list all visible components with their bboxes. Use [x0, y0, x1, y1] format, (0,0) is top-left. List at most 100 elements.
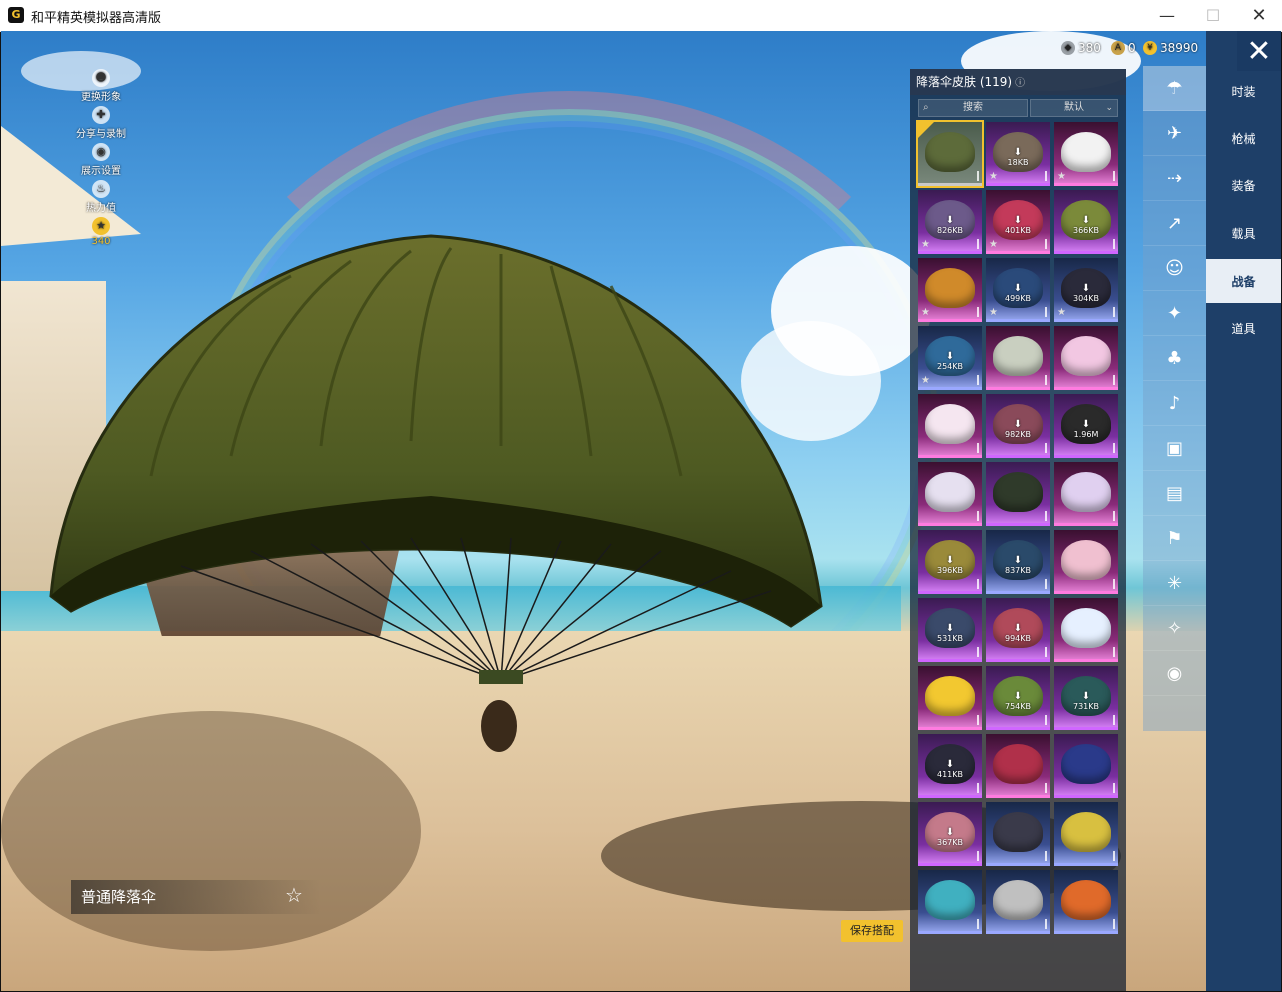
star-icon: ★ [989, 307, 998, 318]
gun-icon[interactable]: ✦ [1143, 291, 1206, 336]
skin-tile[interactable]: ⬇ 367KB [918, 802, 982, 866]
skin-tile[interactable] [1054, 734, 1118, 798]
skin-tile[interactable]: ⬇ 837KB [986, 530, 1050, 594]
tile-indicator [977, 307, 979, 317]
tab-vehicles[interactable]: 载具 [1206, 211, 1281, 255]
firework-icon[interactable]: ✳ [1143, 561, 1206, 606]
tab-fashion-label: 时装 [1231, 84, 1256, 99]
skin-tile[interactable]: ⬇ 982KB [986, 394, 1050, 458]
parachute-thumbnail [925, 132, 975, 172]
photo-icon[interactable]: ▤ [1143, 471, 1206, 516]
skin-tile[interactable]: ⬇ 731KB [1054, 666, 1118, 730]
skin-tile[interactable] [986, 870, 1050, 934]
skin-tile[interactable]: ⬇ 366KB [1054, 190, 1118, 254]
help-icon[interactable]: ⓘ [1015, 78, 1025, 89]
skin-tile[interactable] [918, 870, 982, 934]
skin-tile[interactable]: ⬇ 254KB ★ [918, 326, 982, 390]
skin-tile[interactable]: ⬇ 1.96M [1054, 394, 1118, 458]
skin-tile[interactable] [986, 462, 1050, 526]
tile-indicator [1113, 239, 1115, 249]
sort-dropdown[interactable]: 默认 ⌄ [1030, 99, 1118, 117]
aircraft-icon[interactable]: ⇢ [1143, 156, 1206, 201]
skin-tile[interactable]: ⬇ 499KB ★ [986, 258, 1050, 322]
glider-icon[interactable]: ↗ [1143, 201, 1206, 246]
download-size-label: 982KB [1004, 430, 1031, 439]
check-icon [918, 122, 934, 138]
maximize-button[interactable]: ☐ [1190, 0, 1236, 31]
gold-coin-icon: ¥ [1143, 41, 1157, 55]
skin-tile[interactable] [918, 394, 982, 458]
skin-tile[interactable]: ★ [918, 258, 982, 322]
skin-tile[interactable]: ⬇ 754KB [986, 666, 1050, 730]
skin-tile[interactable]: ⬇ 401KB ★ [986, 190, 1050, 254]
favorite-star-icon[interactable]: ☆ [285, 883, 303, 907]
tab-props[interactable]: 道具 [1206, 306, 1281, 350]
download-size: ⬇ 401KB [986, 216, 1050, 236]
ufo-icon[interactable]: ◉ [1143, 651, 1206, 696]
skin-tile[interactable]: ⬇ 18KB ★ [986, 122, 1050, 186]
tile-indicator [1113, 715, 1115, 725]
skin-tile[interactable] [1054, 326, 1118, 390]
extinguisher-icon[interactable]: ⚑ [1143, 516, 1206, 561]
skin-tile[interactable] [918, 666, 982, 730]
save-outfit-button[interactable]: 保存搭配 [841, 920, 903, 942]
tab-equipment-label: 装备 [1231, 178, 1256, 193]
tab-fashion[interactable]: 时装 [1206, 69, 1281, 113]
skin-tile[interactable]: ⬇ 994KB [986, 598, 1050, 662]
skin-tile[interactable] [918, 462, 982, 526]
tile-indicator [977, 171, 979, 181]
change-look-button[interactable]: ☻ 更换形象 [61, 69, 141, 103]
skin-tile[interactable] [1054, 802, 1118, 866]
skin-tile[interactable] [1054, 870, 1118, 934]
pendant-icon[interactable]: ♣ [1143, 336, 1206, 381]
search-input[interactable]: ⌕ 搜索 [918, 99, 1028, 117]
tile-indicator [977, 647, 979, 657]
heat-value-button[interactable]: ♨ 热力值 [61, 180, 141, 214]
skin-tile[interactable]: ★ [1054, 122, 1118, 186]
tile-indicator [1113, 647, 1115, 657]
close-icon[interactable]: ✕ [1237, 31, 1281, 71]
parachute-thumbnail [993, 880, 1043, 920]
skin-tile[interactable] [986, 802, 1050, 866]
search-row: ⌕ 搜索 默认 ⌄ [918, 99, 1118, 117]
skin-tile[interactable] [986, 734, 1050, 798]
currency-badge[interactable]: A 0 [1111, 39, 1136, 57]
tab-guns[interactable]: 枪械 [1206, 116, 1281, 160]
wand-icon[interactable]: ✧ [1143, 606, 1206, 651]
tile-indicator [977, 851, 979, 861]
tile-indicator [1113, 851, 1115, 861]
minimize-button[interactable]: — [1144, 0, 1190, 31]
level-badge[interactable]: ★ 340 [61, 217, 141, 247]
app-icon: G [8, 7, 24, 23]
skin-tile[interactable] [916, 120, 984, 188]
skin-tile[interactable]: ⬇ 304KB ★ [1054, 258, 1118, 322]
search-placeholder: 搜索 [963, 102, 983, 113]
download-size-label: 254KB [936, 362, 963, 371]
tile-indicator [1045, 851, 1047, 861]
skin-tile[interactable] [1054, 462, 1118, 526]
skin-tile[interactable]: ⬇ 531KB [918, 598, 982, 662]
plane-icon[interactable]: ✈ [1143, 111, 1206, 156]
badge-icon[interactable]: ▣ [1143, 426, 1206, 471]
window-close-button[interactable]: ✕ [1236, 0, 1282, 31]
tab-battle-gear[interactable]: 战备 [1206, 259, 1281, 303]
download-size: ⬇ 396KB [918, 556, 982, 576]
tab-equipment[interactable]: 装备 [1206, 163, 1281, 207]
skin-tile[interactable]: ⬇ 396KB [918, 530, 982, 594]
skin-tile[interactable]: ⬇ 411KB [918, 734, 982, 798]
emote-icon[interactable]: ☺ [1143, 246, 1206, 291]
star-icon: ★ [921, 307, 930, 318]
panel-header: 降落伞皮肤 (119) ⓘ [910, 69, 1126, 95]
parachute-icon[interactable]: ☂ [1143, 66, 1206, 111]
currency-gem[interactable]: ◆ 380 [1061, 39, 1101, 57]
sound-icon[interactable]: ♪ [1143, 381, 1206, 426]
skin-tile[interactable] [1054, 598, 1118, 662]
display-settings-button[interactable]: ◉ 展示设置 [61, 143, 141, 177]
skin-tile[interactable]: ⬇ 826KB ★ [918, 190, 982, 254]
share-record-button[interactable]: ✚ 分享与录制 [61, 106, 141, 140]
skin-tile[interactable] [1054, 530, 1118, 594]
skin-tile[interactable] [986, 326, 1050, 390]
download-icon: ⬇ [945, 215, 955, 226]
currency-gold[interactable]: ¥ 38990 [1143, 39, 1198, 57]
download-size: ⬇ 826KB [918, 215, 982, 236]
